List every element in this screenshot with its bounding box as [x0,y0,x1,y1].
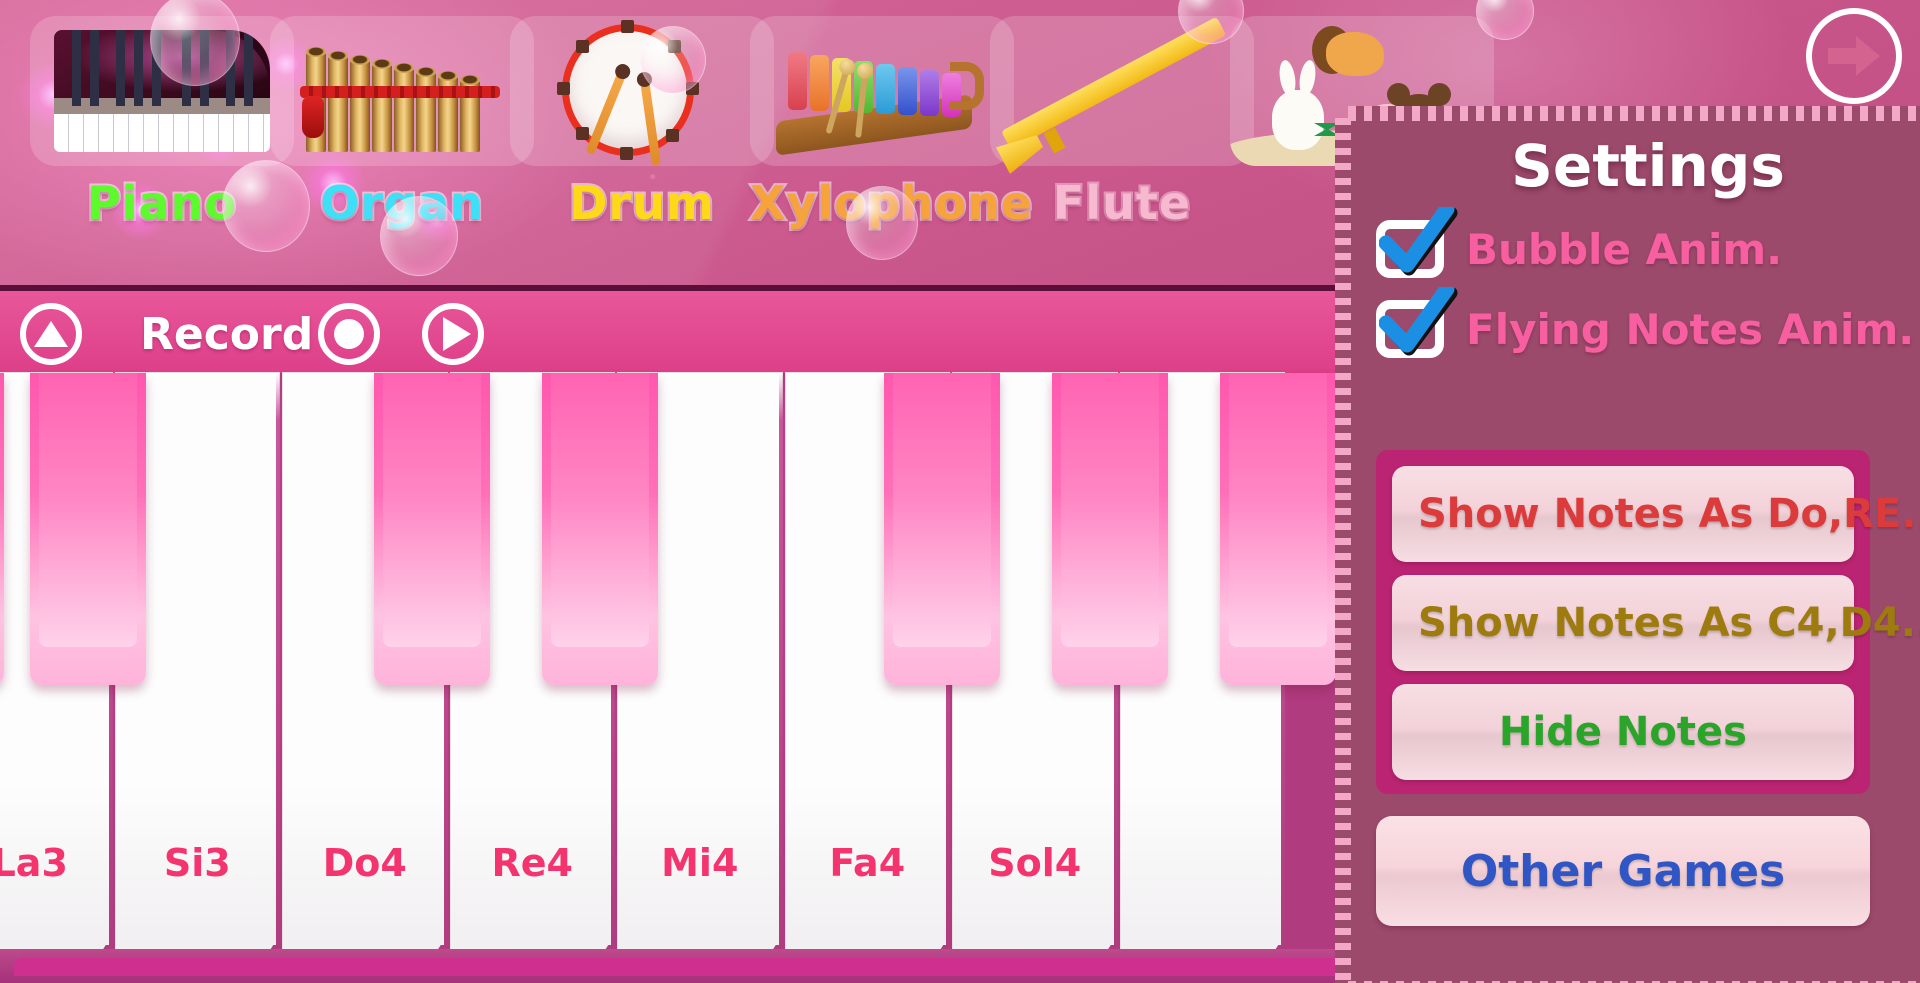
show-notes-c4-d4-label: Show Notes As C4,D4... [1418,600,1920,646]
show-notes-do-re-button[interactable]: Show Notes As Do,RE... [1392,466,1920,562]
piano-key-label: Fa4 [829,841,906,885]
setting-bubble-anim[interactable]: Bubble Anim. [1376,207,1783,278]
piano-black-key[interactable] [30,373,146,685]
instrument-label-xylophone: Xylophone [748,174,1034,232]
piano-key-label: Re4 [491,841,573,885]
record-circle-icon [334,319,364,349]
app-root: Piano Organ Drum Xylophone Flute Record … [0,0,1920,983]
piano-black-key[interactable] [374,373,490,685]
checkbox-checked-icon[interactable] [1376,207,1458,278]
piano-key-label: Si3 [163,841,231,885]
instrument-label-flute: Flute [1051,174,1192,232]
instrument-tab-flute[interactable] [990,16,1254,166]
piano-black-key[interactable] [542,373,658,685]
play-triangle-icon [442,317,471,351]
piano-black-key[interactable] [1052,373,1168,685]
setting-label-flying-notes-anim: Flying Notes Anim. [1466,304,1915,354]
panel-torn-edge [1348,106,1920,121]
flute-icon [990,16,1254,166]
piano-key-label: La3 [0,841,68,885]
instrument-tab-piano[interactable] [30,16,294,166]
piano-key-label: Do4 [322,841,407,885]
hand-drum-icon [510,16,774,166]
next-instrument-button[interactable] [1806,8,1902,104]
xylophone-icon [750,16,1014,166]
other-games-label: Other Games [1460,845,1786,897]
hide-notes-button[interactable]: Hide Notes [1392,684,1854,780]
hide-notes-label: Hide Notes [1499,709,1747,755]
show-notes-do-re-label: Show Notes As Do,RE... [1418,491,1920,537]
setting-label-bubble-anim: Bubble Anim. [1466,224,1783,274]
instrument-label-drum: Drum [567,174,716,232]
instrument-tab-organ[interactable] [270,16,534,166]
collapse-button[interactable] [20,303,82,365]
grand-piano-icon [30,16,294,166]
show-notes-c4-d4-button[interactable]: Show Notes As C4,D4... [1392,575,1920,671]
other-games-button[interactable]: Other Games [1376,816,1870,926]
piano-key-label: Mi4 [661,841,739,885]
note-display-option-group: Show Notes As Do,RE... Show Notes As C4,… [1376,450,1920,794]
triangle-up-icon [34,321,68,347]
settings-panel: Settings Bubble Anim. Flying Notes Anim. [1335,106,1920,983]
instrument-label-organ: Organ [318,174,485,232]
instrument-tab-xylophone[interactable] [750,16,1014,166]
settings-title: Settings [1511,132,1785,200]
check-mark-icon [1379,287,1458,356]
check-mark-icon [1379,207,1458,276]
piano-key-label: Sol4 [988,841,1082,885]
pan-flute-icon [270,16,534,166]
piano-black-key[interactable] [0,373,4,685]
setting-flying-notes-anim[interactable]: Flying Notes Anim. [1376,287,1915,358]
instrument-label-piano: Piano [85,174,238,232]
checkbox-checked-icon[interactable] [1376,287,1458,358]
instrument-tab-drum[interactable] [510,16,774,166]
record-label: Record [140,309,314,360]
arrow-right-icon [1828,36,1880,76]
piano-black-key[interactable] [1220,373,1336,685]
panel-torn-edge [1335,118,1351,983]
piano-black-key[interactable] [884,373,1000,685]
record-button[interactable] [318,303,380,365]
play-button[interactable] [422,303,484,365]
